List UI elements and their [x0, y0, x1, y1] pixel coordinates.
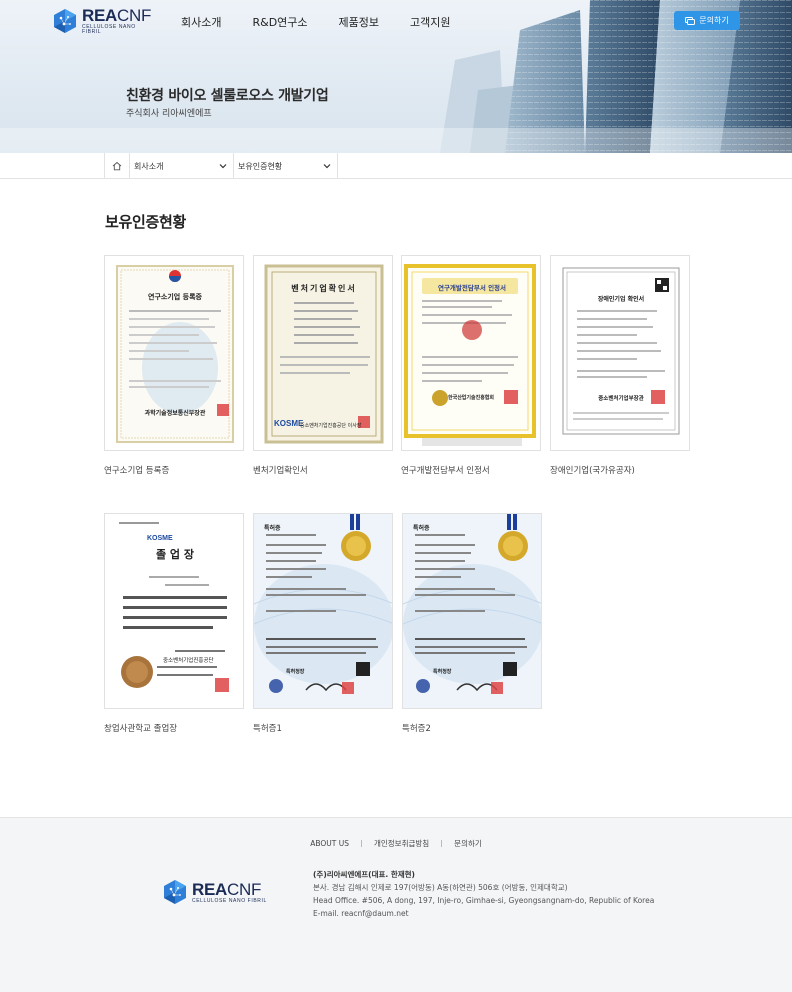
certificate-caption: 창업사관학교 졸업장	[104, 724, 178, 734]
certificate-card[interactable]: 특허증 특허청장 특허증1	[253, 513, 393, 734]
site-header: REACNF CELLULOSE NANO FIBRIL 회사소개 R&D연구소…	[0, 0, 792, 42]
certificate-thumbnail[interactable]: 장애인기업 확인서 중소벤처기업부장관	[550, 255, 690, 451]
certificate-thumbnail[interactable]: 특허증 특허청장	[253, 513, 393, 709]
logo-text-thin: CNF	[227, 879, 262, 899]
footer-logo[interactable]: REACNF CELLULOSE NANO FIBRIL	[162, 879, 267, 905]
nav-item-company[interactable]: 회사소개	[181, 14, 221, 30]
certificate-card[interactable]: KOSME 졸 업 장 중소벤처기업진흥공단 창업사관학교 졸업장	[104, 513, 244, 734]
hero-banner: REACNF CELLULOSE NANO FIBRIL 회사소개 R&D연구소…	[0, 0, 792, 153]
breadcrumb-level1-label: 회사소개	[134, 161, 164, 171]
breadcrumb-dropdown-level1[interactable]: 회사소개	[130, 153, 234, 179]
logo-text-thin: CNF	[117, 6, 152, 25]
site-footer: ABOUT US 개인정보취급방침 문의하기 REACNF CELLULOSE …	[0, 817, 792, 992]
certificate-issuer: 중소벤처기업부장관	[598, 396, 644, 402]
certificate-image	[254, 514, 392, 708]
footer-link-about[interactable]: ABOUT US	[310, 839, 349, 848]
logo-text-bold: REA	[192, 879, 227, 899]
logo-text-bold: REA	[82, 6, 117, 25]
certificate-issuer: 중소벤처기업진흥공단 이사장	[300, 423, 362, 429]
certificate-issuer: 중소벤처기업진흥공단	[163, 658, 214, 664]
certificate-caption: 장애인기업(국가유공자)	[550, 466, 635, 476]
logo-tagline: CELLULOSE NANO FIBRIL	[192, 897, 267, 904]
certificate-caption: 연구개발전담부서 인정서	[401, 466, 490, 476]
certificate-issuer: 한국산업기술진흥협회	[448, 395, 495, 401]
footer-company-name: (주)리아씨엔에프(대표. 한재현)	[313, 870, 415, 879]
certificate-image	[116, 265, 234, 443]
certificate-thumbnail[interactable]: 특허증 특허청장	[402, 513, 542, 709]
reacnf-logo-icon	[52, 8, 78, 34]
inquiry-button[interactable]: 문의하기	[674, 11, 740, 30]
certificate-image: KOSME	[105, 514, 243, 708]
certificate-issuer: 특허청장	[433, 669, 452, 675]
certificate-image	[403, 514, 541, 708]
certificate-caption: 특허증1	[253, 724, 282, 734]
certificate-doc-title: 특허증	[413, 525, 430, 532]
brand-logo[interactable]: REACNF CELLULOSE NANO FIBRIL	[52, 6, 156, 36]
footer-links: ABOUT US 개인정보취급방침 문의하기	[0, 838, 792, 849]
footer-address-kr: 본사. 경남 김해시 인제로 197(어방동) A동(하연관) 506호 (어방…	[313, 883, 568, 892]
certificate-issuer: 특허청장	[286, 669, 305, 675]
breadcrumb-dropdown-level2[interactable]: 보유인증현황	[234, 153, 338, 179]
certificate-card[interactable]: 장애인기업 확인서 중소벤처기업부장관 장애인기업(국가유공자)	[550, 255, 690, 476]
certificate-doc-title: 장애인기업 확인서	[597, 296, 645, 303]
nav-item-products[interactable]: 제품정보	[339, 14, 379, 30]
certificate-caption: 벤처기업확인서	[253, 466, 308, 476]
chevron-down-icon	[219, 164, 227, 169]
certificate-doc-title: 특허증	[264, 525, 281, 532]
certificate-card[interactable]: KOSME 벤처기업확인서 중소벤처기업진흥공단 이사장 벤처기업확인서	[253, 255, 393, 476]
footer-link-separator	[360, 840, 362, 847]
footer-link-inquiry[interactable]: 문의하기	[454, 838, 482, 849]
certificate-card[interactable]: 연구소기업 등록증 과학기술정보통신부장관 연구소기업 등록증	[104, 255, 244, 476]
breadcrumb-home[interactable]	[104, 153, 130, 179]
certificate-doc-title: 졸 업 장	[155, 548, 195, 561]
breadcrumb-level2-label: 보유인증현황	[238, 161, 283, 171]
main-nav: 회사소개 R&D연구소 제품정보 고객지원	[181, 14, 482, 30]
svg-text:KOSME: KOSME	[147, 535, 173, 542]
footer-company-info: (주)리아씨엔에프(대표. 한재현) 본사. 경남 김해시 인제로 197(어방…	[313, 868, 654, 920]
certificate-image	[562, 267, 680, 435]
inquiry-button-label: 문의하기	[699, 16, 729, 25]
certificate-thumbnail[interactable]: 연구소기업 등록증 과학기술정보통신부장관	[104, 255, 244, 451]
reacnf-logo-icon	[162, 879, 188, 905]
footer-link-privacy[interactable]: 개인정보취급방침	[374, 838, 429, 849]
certificate-thumbnail[interactable]: 연구개발전담부서 인정서 한국산업기술진흥협회	[401, 255, 541, 451]
logo-tagline: CELLULOSE NANO FIBRIL	[82, 24, 136, 35]
chevron-down-icon	[323, 164, 331, 169]
breadcrumb: 회사소개 보유인증현황	[0, 153, 792, 179]
certificate-issuer: 과학기술정보통신부장관	[144, 410, 206, 417]
home-icon	[112, 161, 122, 171]
certificate-thumbnail[interactable]: KOSME 졸 업 장 중소벤처기업진흥공단	[104, 513, 244, 709]
certificate-card[interactable]: 연구개발전담부서 인정서 한국산업기술진흥협회 연구개발전담부서 인정서	[401, 255, 541, 476]
footer-address-en: Head Office. #506, A dong, 197, Inje-ro,…	[313, 896, 655, 905]
nav-item-rnd[interactable]: R&D연구소	[252, 14, 307, 30]
page-title: 보유인증현황	[105, 213, 187, 231]
hero-subtitle: 주식회사 리아씨엔에프	[126, 109, 212, 119]
certificate-doc-title: 연구개발전담부서 인정서	[437, 284, 507, 292]
certificate-caption: 특허증2	[402, 724, 431, 734]
certificate-card[interactable]: 특허증 특허청장 특허증2	[402, 513, 542, 734]
hero-title: 친환경 바이오 셀룰로오스 개발기업	[126, 88, 329, 104]
certificate-doc-title: 연구소기업 등록증	[148, 293, 202, 301]
certificate-caption: 연구소기업 등록증	[104, 466, 170, 476]
footer-email: E-mail. reacnf@daum.net	[313, 909, 409, 918]
certificate-thumbnail[interactable]: KOSME 벤처기업확인서 중소벤처기업진흥공단 이사장	[253, 255, 393, 451]
nav-item-support[interactable]: 고객지원	[410, 14, 450, 30]
footer-link-separator	[441, 840, 443, 847]
chat-icon	[685, 16, 696, 25]
certificate-doc-title: 벤처기업확인서	[291, 283, 357, 293]
